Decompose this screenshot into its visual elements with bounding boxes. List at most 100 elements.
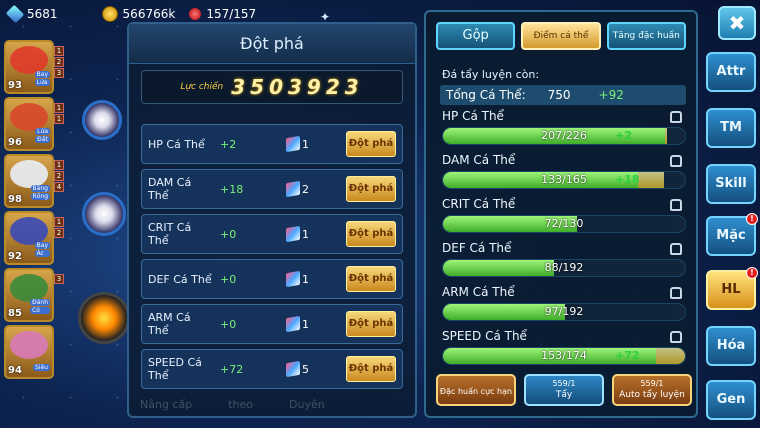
lock-icon[interactable]: [670, 287, 682, 299]
slot-marker: 1: [54, 217, 64, 227]
break-stat-bonus: +0: [220, 272, 237, 286]
tab-merge[interactable]: Gộp: [436, 22, 516, 50]
close-button[interactable]: ✖: [718, 6, 756, 40]
auto-wash-button[interactable]: 559/1 Auto tẩy luyện: [612, 374, 692, 406]
pokemon-level: 92: [8, 251, 22, 262]
pokemon-level: 94: [8, 365, 22, 376]
break-stat-name: CRIT Cá Thể: [148, 221, 192, 247]
break-row: SPEED Cá Thể +72 5 Đột phá: [141, 349, 403, 389]
iv-stat-name: ARM Cá Thể: [442, 285, 515, 299]
type-tag: Ác: [34, 250, 50, 257]
team-roster: 93 Bay Lửa 1 2 3 96 Lửa Đất 1 1 98 Băng Rồng 1 2 4 92 Bay Á…: [4, 40, 70, 382]
side-button-mặc[interactable]: Mặc!: [706, 213, 758, 256]
lock-icon[interactable]: [670, 155, 682, 167]
break-button[interactable]: Đột phá: [346, 131, 396, 157]
type-tag: Cỏ: [30, 307, 50, 314]
type-tag: Rồng: [30, 193, 50, 200]
iv-progress-bar: 133/165 +18: [442, 171, 686, 189]
type-tags: Băng Rồng: [30, 185, 50, 200]
scroll-icon: [286, 135, 300, 153]
break-stat-bonus: +18: [220, 182, 244, 196]
badge-wheel-icon[interactable]: [78, 292, 130, 344]
stat-list: HP Cá Thể 207/226 +2 DAM Cá Thể 133/165 +18 CR…: [426, 109, 696, 369]
type-tag: Băng: [30, 185, 50, 192]
roster-pokemon[interactable]: 96 Lửa Đất 1 1: [4, 97, 64, 151]
type-tag: Bay: [34, 71, 50, 78]
scroll-icon: [286, 180, 300, 198]
slot-marker: 4: [54, 182, 64, 192]
iv-plus-value: +2: [615, 129, 632, 142]
side-button-attr[interactable]: Attr: [706, 52, 756, 92]
slot-marker: 3: [54, 68, 64, 78]
roster-pokemon[interactable]: 93 Bay Lửa 1 2 3: [4, 40, 64, 94]
gold-counter: 566766k: [101, 6, 176, 22]
faded-menu: Nâng cấp theo Duyên: [140, 398, 325, 411]
break-button[interactable]: Đột phá: [346, 221, 396, 247]
break-button[interactable]: Đột phá: [346, 311, 396, 337]
remaining-stones-label: Đá tẩy luyện còn:: [442, 68, 540, 81]
type-tags: Đánh Cỏ: [30, 299, 50, 314]
type-tags: Siêu: [33, 364, 50, 371]
break-row: DEF Cá Thể +0 1 Đột phá: [141, 259, 403, 299]
roster-pokemon[interactable]: 92 Bay Ác 1 2: [4, 211, 64, 265]
lock-icon[interactable]: [670, 199, 682, 211]
iv-stat: SPEED Cá Thể 153/174 +72: [442, 329, 686, 369]
break-row: ARM Cá Thể +0 1 Đột phá: [141, 304, 403, 344]
break-stat-bonus: +0: [220, 227, 237, 241]
break-panel: Đột phá Lực chiến 3503923 HP Cá Thể +2 1 Độ…: [127, 22, 417, 418]
roster-pokemon[interactable]: 98 Băng Rồng 1 2 4: [4, 154, 64, 208]
gem-value: 5681: [27, 7, 58, 21]
wash-button[interactable]: 559/1 Tẩy: [524, 374, 604, 406]
tab-iv-points[interactable]: Điểm cá thể: [521, 22, 601, 50]
item-slot-icon[interactable]: [82, 100, 122, 140]
side-button-hl[interactable]: HL!: [706, 267, 758, 310]
break-button[interactable]: Đột phá: [346, 356, 396, 382]
break-row: CRIT Cá Thể +0 1 Đột phá: [141, 214, 403, 254]
pokemon-portrait: [10, 217, 48, 245]
scroll-icon: [286, 270, 300, 288]
iv-progress-text: 207/226: [541, 129, 587, 142]
roster-pokemon[interactable]: 85 Đánh Cỏ 3: [4, 268, 64, 322]
slot-markers: 11: [54, 103, 64, 124]
break-button[interactable]: Đột phá: [346, 266, 396, 292]
tab-special-training[interactable]: Tăng đặc huấn: [606, 22, 686, 50]
total-iv: Tổng Cá Thể: 750 +92: [440, 85, 686, 105]
side-button-hóa[interactable]: Hóa: [706, 326, 756, 366]
iv-progress-bar: 72/130: [442, 215, 686, 233]
roster-pokemon[interactable]: 94 Siêu: [4, 325, 54, 379]
slot-markers: 124: [54, 160, 64, 192]
side-button-gen[interactable]: Gen: [706, 380, 756, 420]
side-button-tm[interactable]: TM: [706, 108, 756, 148]
iv-progress-text: 133/165: [541, 173, 587, 186]
scroll-count: 1: [302, 227, 309, 241]
type-tags: Lửa Đất: [35, 128, 50, 143]
lock-icon[interactable]: [670, 243, 682, 255]
break-button[interactable]: Đột phá: [346, 176, 396, 202]
power-box: Lực chiến 3503923: [141, 70, 403, 104]
training-buttons: Đặc huấn cực hạn 559/1 Tẩy 559/1 Auto tẩ…: [436, 374, 692, 406]
slot-marker: 2: [54, 171, 64, 181]
bag-icon[interactable]: [82, 192, 126, 236]
break-stat-name: HP Cá Thể: [148, 137, 205, 151]
lock-icon[interactable]: [670, 111, 682, 123]
pokemon-portrait: [10, 160, 48, 188]
coin-icon: [101, 6, 118, 22]
side-button-label: HL: [721, 282, 741, 297]
training-panel: Gộp Điểm cá thể Tăng đặc huấn Đá tẩy luy…: [424, 10, 698, 418]
lock-icon[interactable]: [670, 331, 682, 343]
type-tags: Bay Lửa: [34, 71, 50, 86]
pokemon-portrait: [10, 46, 48, 74]
scroll-count: 1: [302, 137, 309, 151]
slot-marker: 1: [54, 46, 64, 56]
type-tag: Lửa: [34, 79, 50, 86]
type-tag: Siêu: [33, 364, 50, 371]
iv-progress-text: 153/174: [541, 349, 587, 362]
side-button-skill[interactable]: Skill: [706, 164, 756, 204]
pokemon-level: 85: [8, 308, 22, 319]
iv-progress-bar: 88/192: [442, 259, 686, 277]
faded-menu-label: Nâng cấp: [140, 398, 193, 411]
special-training-button[interactable]: Đặc huấn cực hạn: [436, 374, 516, 406]
iv-stat: ARM Cá Thể 97/192: [442, 285, 686, 325]
gold-value: 566766k: [122, 7, 176, 21]
total-label: Tổng Cá Thể:: [446, 88, 526, 102]
